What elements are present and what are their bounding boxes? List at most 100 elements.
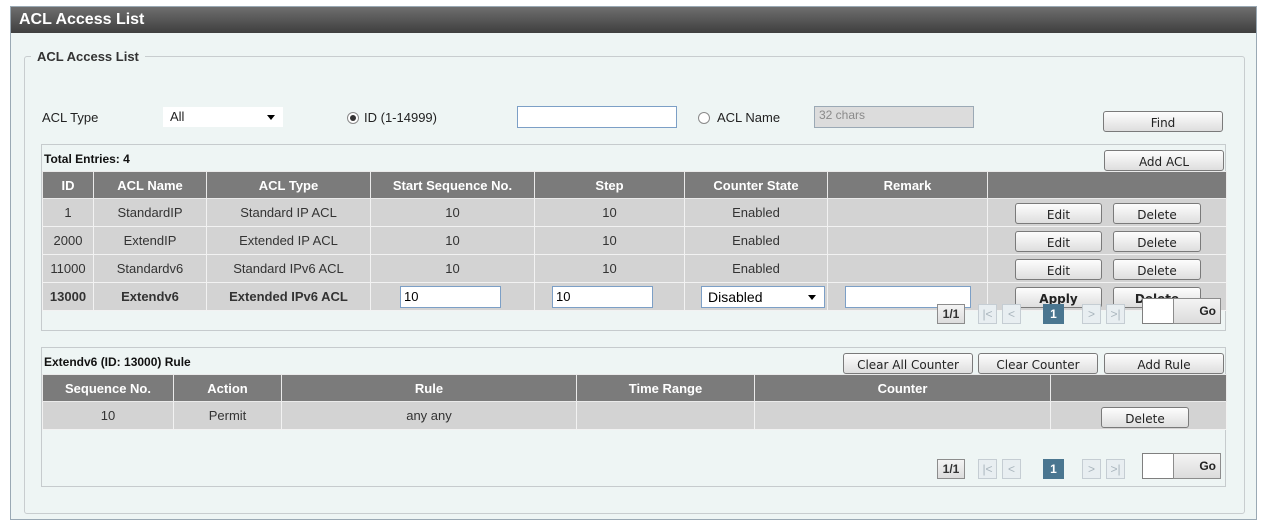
cell-time-range (576, 401, 755, 430)
clear-counter-button[interactable]: Clear Counter (978, 353, 1098, 374)
cell-id: 13000 (42, 282, 94, 311)
current-page[interactable]: 1 (1043, 304, 1064, 324)
page-info: 1/1 (937, 459, 965, 479)
edit-button[interactable]: Edit (1015, 203, 1102, 224)
radio-id[interactable] (347, 112, 359, 124)
prev-page-button[interactable]: < (1002, 304, 1021, 324)
step-input[interactable]: 10 (552, 286, 653, 308)
delete-button[interactable]: Delete (1113, 259, 1201, 280)
cell-sequence-no: 10 (42, 401, 174, 430)
cell-step: 10 (534, 226, 685, 255)
rule-table-header: Sequence No. Action Rule Time Range Coun… (42, 374, 1227, 402)
add-rule-button[interactable]: Add Rule (1104, 353, 1224, 374)
cell-actions: Edit Delete (987, 198, 1227, 227)
go-button[interactable]: Go (1173, 298, 1221, 324)
next-page-button[interactable]: > (1082, 304, 1101, 324)
page-number-input[interactable] (1142, 453, 1174, 479)
delete-button[interactable]: Delete (1113, 203, 1201, 224)
counter-state-value: Disabled (708, 289, 763, 305)
start-sequence-input[interactable]: 10 (400, 286, 501, 308)
col-sequence-no: Sequence No. (42, 374, 174, 402)
cell-step: 10 (534, 198, 685, 227)
add-acl-button[interactable]: Add ACL (1104, 150, 1224, 171)
next-page-button[interactable]: > (1082, 459, 1101, 479)
edit-button[interactable]: Edit (1015, 259, 1102, 280)
col-counter-state: Counter State (684, 171, 828, 199)
delete-button[interactable]: Delete (1101, 407, 1189, 428)
cell-action: Permit (173, 401, 282, 430)
col-id: ID (42, 171, 94, 199)
cell-remark (827, 226, 988, 255)
col-action: Action (173, 374, 282, 402)
cell-rule: any any (281, 401, 577, 430)
delete-button[interactable]: Delete (1113, 231, 1201, 252)
cell-remark (827, 254, 988, 283)
rule-table-panel: Extendv6 (ID: 13000) Rule Clear All Coun… (41, 347, 1227, 487)
cell-acl-name: ExtendIP (93, 226, 207, 255)
edit-button[interactable]: Edit (1015, 231, 1102, 252)
cell-start-seq: 10 (370, 198, 535, 227)
first-page-button[interactable]: |< (978, 459, 997, 479)
cell-start-seq: 10 (370, 254, 535, 283)
acl-access-list-group: ACL Access List ACL Type All ID (1-14999… (24, 49, 1245, 514)
cell-acl-type: Extended IP ACL (206, 226, 371, 255)
acl-access-list-window: ACL Access List ACL Access List ACL Type… (10, 6, 1257, 520)
clear-all-counter-button[interactable]: Clear All Counter (843, 353, 973, 374)
cell-id: 1 (42, 198, 94, 227)
col-rule: Rule (281, 374, 577, 402)
acl-id-input[interactable] (517, 106, 677, 128)
acl-type-select[interactable]: All (163, 107, 283, 127)
counter-state-select[interactable]: Disabled (701, 286, 825, 308)
rule-table: Sequence No. Action Rule Time Range Coun… (42, 374, 1227, 430)
cell-acl-name: StandardIP (93, 198, 207, 227)
acl-table: ID ACL Name ACL Type Start Sequence No. … (42, 171, 1227, 311)
col-acl-name: ACL Name (93, 171, 207, 199)
cell-start-seq: 10 (370, 226, 535, 255)
cell-acl-type: Standard IP ACL (206, 198, 371, 227)
cell-actions: Edit Delete (987, 226, 1227, 255)
first-page-button[interactable]: |< (978, 304, 997, 324)
table-row: 11000 Standardv6 Standard IPv6 ACL 10 10… (42, 254, 1227, 283)
prev-page-button[interactable]: < (1002, 459, 1021, 479)
table-row: 10 Permit any any Delete (42, 401, 1227, 430)
page-info: 1/1 (937, 304, 965, 324)
page-title: ACL Access List (11, 7, 1256, 33)
go-button[interactable]: Go (1173, 453, 1221, 479)
acl-type-label: ACL Type (42, 110, 99, 125)
cell-acl-type: Extended IPv6 ACL (206, 282, 371, 311)
cell-actions: Delete (1050, 401, 1227, 430)
cell-acl-name: Standardv6 (93, 254, 207, 283)
col-step: Step (534, 171, 685, 199)
acl-name-input[interactable]: 32 chars (814, 106, 974, 128)
radio-acl-name-label: ACL Name (717, 110, 781, 125)
total-entries: Total Entries: 4 (44, 152, 130, 166)
cell-remark (827, 198, 988, 227)
col-time-range: Time Range (576, 374, 755, 402)
cell-counter-state: Disabled (684, 282, 828, 311)
col-acl-type: ACL Type (206, 171, 371, 199)
cell-id: 11000 (42, 254, 94, 283)
radio-acl-name[interactable] (698, 112, 710, 124)
cell-counter-state: Enabled (684, 254, 828, 283)
rule-table-title: Extendv6 (ID: 13000) Rule (44, 355, 191, 369)
last-page-button[interactable]: >| (1106, 304, 1125, 324)
acl-type-value: All (170, 109, 185, 124)
find-button[interactable]: Find (1103, 111, 1223, 132)
current-page[interactable]: 1 (1043, 459, 1064, 479)
col-remark: Remark (827, 171, 988, 199)
cell-counter-state: Enabled (684, 226, 828, 255)
col-actions (1050, 374, 1227, 402)
table-row: 1 StandardIP Standard IP ACL 10 10 Enabl… (42, 198, 1227, 227)
page-number-input[interactable] (1142, 298, 1174, 324)
col-counter: Counter (754, 374, 1051, 402)
cell-counter-state: Enabled (684, 198, 828, 227)
cell-counter (754, 401, 1051, 430)
col-actions (987, 171, 1227, 199)
cell-step: 10 (534, 282, 685, 311)
acl-table-header: ID ACL Name ACL Type Start Sequence No. … (42, 171, 1227, 199)
acl-table-panel: Total Entries: 4 Add ACL ID ACL Name ACL… (41, 144, 1227, 331)
cell-id: 2000 (42, 226, 94, 255)
last-page-button[interactable]: >| (1106, 459, 1125, 479)
chevron-down-icon (808, 295, 816, 300)
cell-acl-type: Standard IPv6 ACL (206, 254, 371, 283)
